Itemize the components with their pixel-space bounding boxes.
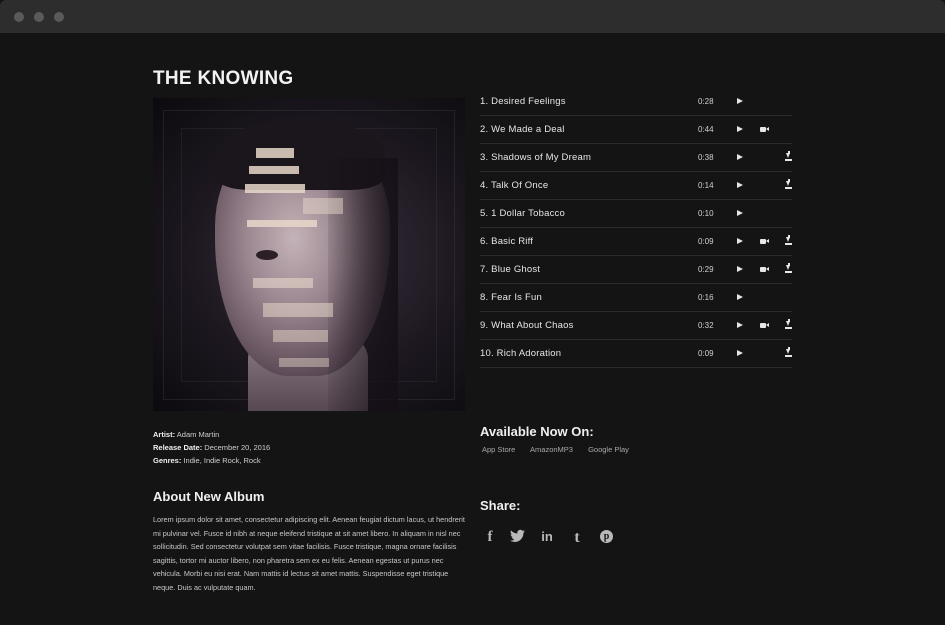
album-page: THE KNOWING 1. Desired Feelings 0:28 2. We… — [0, 33, 945, 625]
track-duration: 0:32 — [698, 321, 714, 330]
track-name[interactable]: 9. What About Chaos — [480, 320, 574, 331]
track-name[interactable]: 5. 1 Dollar Tobacco — [480, 208, 565, 219]
play-icon[interactable] — [737, 350, 743, 356]
play-icon[interactable] — [737, 98, 743, 104]
download-icon[interactable] — [785, 319, 792, 330]
genres-label: Genres: — [153, 456, 182, 465]
available-title: Available Now On: — [480, 424, 594, 439]
tracklist: 1. Desired Feelings 0:28 2. We Made a Deal… — [480, 88, 792, 368]
track-row[interactable]: 2. We Made a Deal 0:44 — [480, 116, 792, 144]
share-title: Share: — [480, 498, 521, 513]
about-title: About New Album — [153, 489, 265, 504]
track-row[interactable]: 9. What About Chaos 0:32 — [480, 312, 792, 340]
track-name[interactable]: 7. Blue Ghost — [480, 264, 540, 275]
track-duration: 0:14 — [698, 181, 714, 190]
track-name[interactable]: 10. Rich Adoration — [480, 348, 561, 359]
store-link-app-store[interactable]: App Store — [482, 445, 515, 454]
store-links: App Store AmazonMP3 Google Play — [482, 445, 642, 454]
track-name[interactable]: 2. We Made a Deal — [480, 124, 565, 135]
track-name[interactable]: 8. Fear Is Fun — [480, 292, 542, 303]
track-duration: 0:16 — [698, 293, 714, 302]
track-row[interactable]: 8. Fear Is Fun 0:16 — [480, 284, 792, 312]
release-label: Release Date: — [153, 443, 203, 452]
track-row[interactable]: 1. Desired Feelings 0:28 — [480, 88, 792, 116]
browser-chrome — [0, 0, 945, 33]
artist-row: Artist: Adam Martin — [153, 428, 270, 441]
release-value: December 20, 2016 — [204, 443, 271, 452]
play-icon[interactable] — [737, 210, 743, 216]
track-row[interactable]: 7. Blue Ghost 0:29 — [480, 256, 792, 284]
track-row[interactable]: 3. Shadows of My Dream 0:38 — [480, 144, 792, 172]
store-link-amazonmp3[interactable]: AmazonMP3 — [530, 445, 573, 454]
download-icon[interactable] — [785, 235, 792, 246]
video-icon[interactable] — [760, 126, 769, 133]
play-icon[interactable] — [737, 322, 743, 328]
download-icon[interactable] — [785, 179, 792, 190]
artist-label: Artist: — [153, 430, 176, 439]
play-icon[interactable] — [737, 154, 743, 160]
play-icon[interactable] — [737, 238, 743, 244]
track-row[interactable]: 5. 1 Dollar Tobacco 0:10 — [480, 200, 792, 228]
play-icon[interactable] — [737, 294, 743, 300]
tumblr-icon[interactable]: t — [569, 529, 585, 546]
play-icon[interactable] — [737, 266, 743, 272]
track-name[interactable]: 1. Desired Feelings — [480, 96, 566, 107]
track-row[interactable]: 10. Rich Adoration 0:09 — [480, 340, 792, 368]
album-meta: Artist: Adam Martin Release Date: Decemb… — [153, 428, 270, 467]
release-row: Release Date: December 20, 2016 — [153, 441, 270, 454]
track-name[interactable]: 4. Talk Of Once — [480, 180, 548, 191]
track-row[interactable]: 6. Basic Riff 0:09 — [480, 228, 792, 256]
video-icon[interactable] — [760, 238, 769, 245]
facebook-icon[interactable]: f — [482, 529, 498, 545]
download-icon[interactable] — [785, 151, 792, 162]
track-row[interactable]: 4. Talk Of Once 0:14 — [480, 172, 792, 200]
store-link-google-play[interactable]: Google Play — [588, 445, 629, 454]
video-icon[interactable] — [760, 266, 769, 273]
artist-value: Adam Martin — [176, 430, 220, 439]
album-cover-image — [153, 98, 465, 411]
genres-value: Indie, Indie Rock, Rock — [183, 456, 261, 465]
twitter-icon[interactable] — [509, 529, 525, 545]
track-duration: 0:10 — [698, 209, 714, 218]
genres-row: Genres: Indie, Indie Rock, Rock — [153, 454, 270, 467]
track-duration: 0:38 — [698, 153, 714, 162]
window-close-dot[interactable] — [14, 12, 24, 22]
window-minimize-dot[interactable] — [34, 12, 44, 22]
album-title: THE KNOWING — [153, 68, 294, 89]
track-duration: 0:09 — [698, 349, 714, 358]
download-icon[interactable] — [785, 347, 792, 358]
download-icon[interactable] — [785, 263, 792, 274]
track-name[interactable]: 3. Shadows of My Dream — [480, 152, 591, 163]
play-icon[interactable] — [737, 126, 743, 132]
pinterest-glyph: p — [600, 530, 613, 543]
track-duration: 0:28 — [698, 97, 714, 106]
window-maximize-dot[interactable] — [54, 12, 64, 22]
track-name[interactable]: 6. Basic Riff — [480, 236, 533, 247]
track-duration: 0:44 — [698, 125, 714, 134]
track-duration: 0:09 — [698, 237, 714, 246]
play-icon[interactable] — [737, 182, 743, 188]
video-icon[interactable] — [760, 322, 769, 329]
track-duration: 0:29 — [698, 265, 714, 274]
pinterest-icon[interactable]: p — [599, 529, 615, 545]
about-body: Lorem ipsum dolor sit amet, consectetur … — [153, 515, 465, 592]
linkedin-icon[interactable]: in — [539, 529, 555, 545]
